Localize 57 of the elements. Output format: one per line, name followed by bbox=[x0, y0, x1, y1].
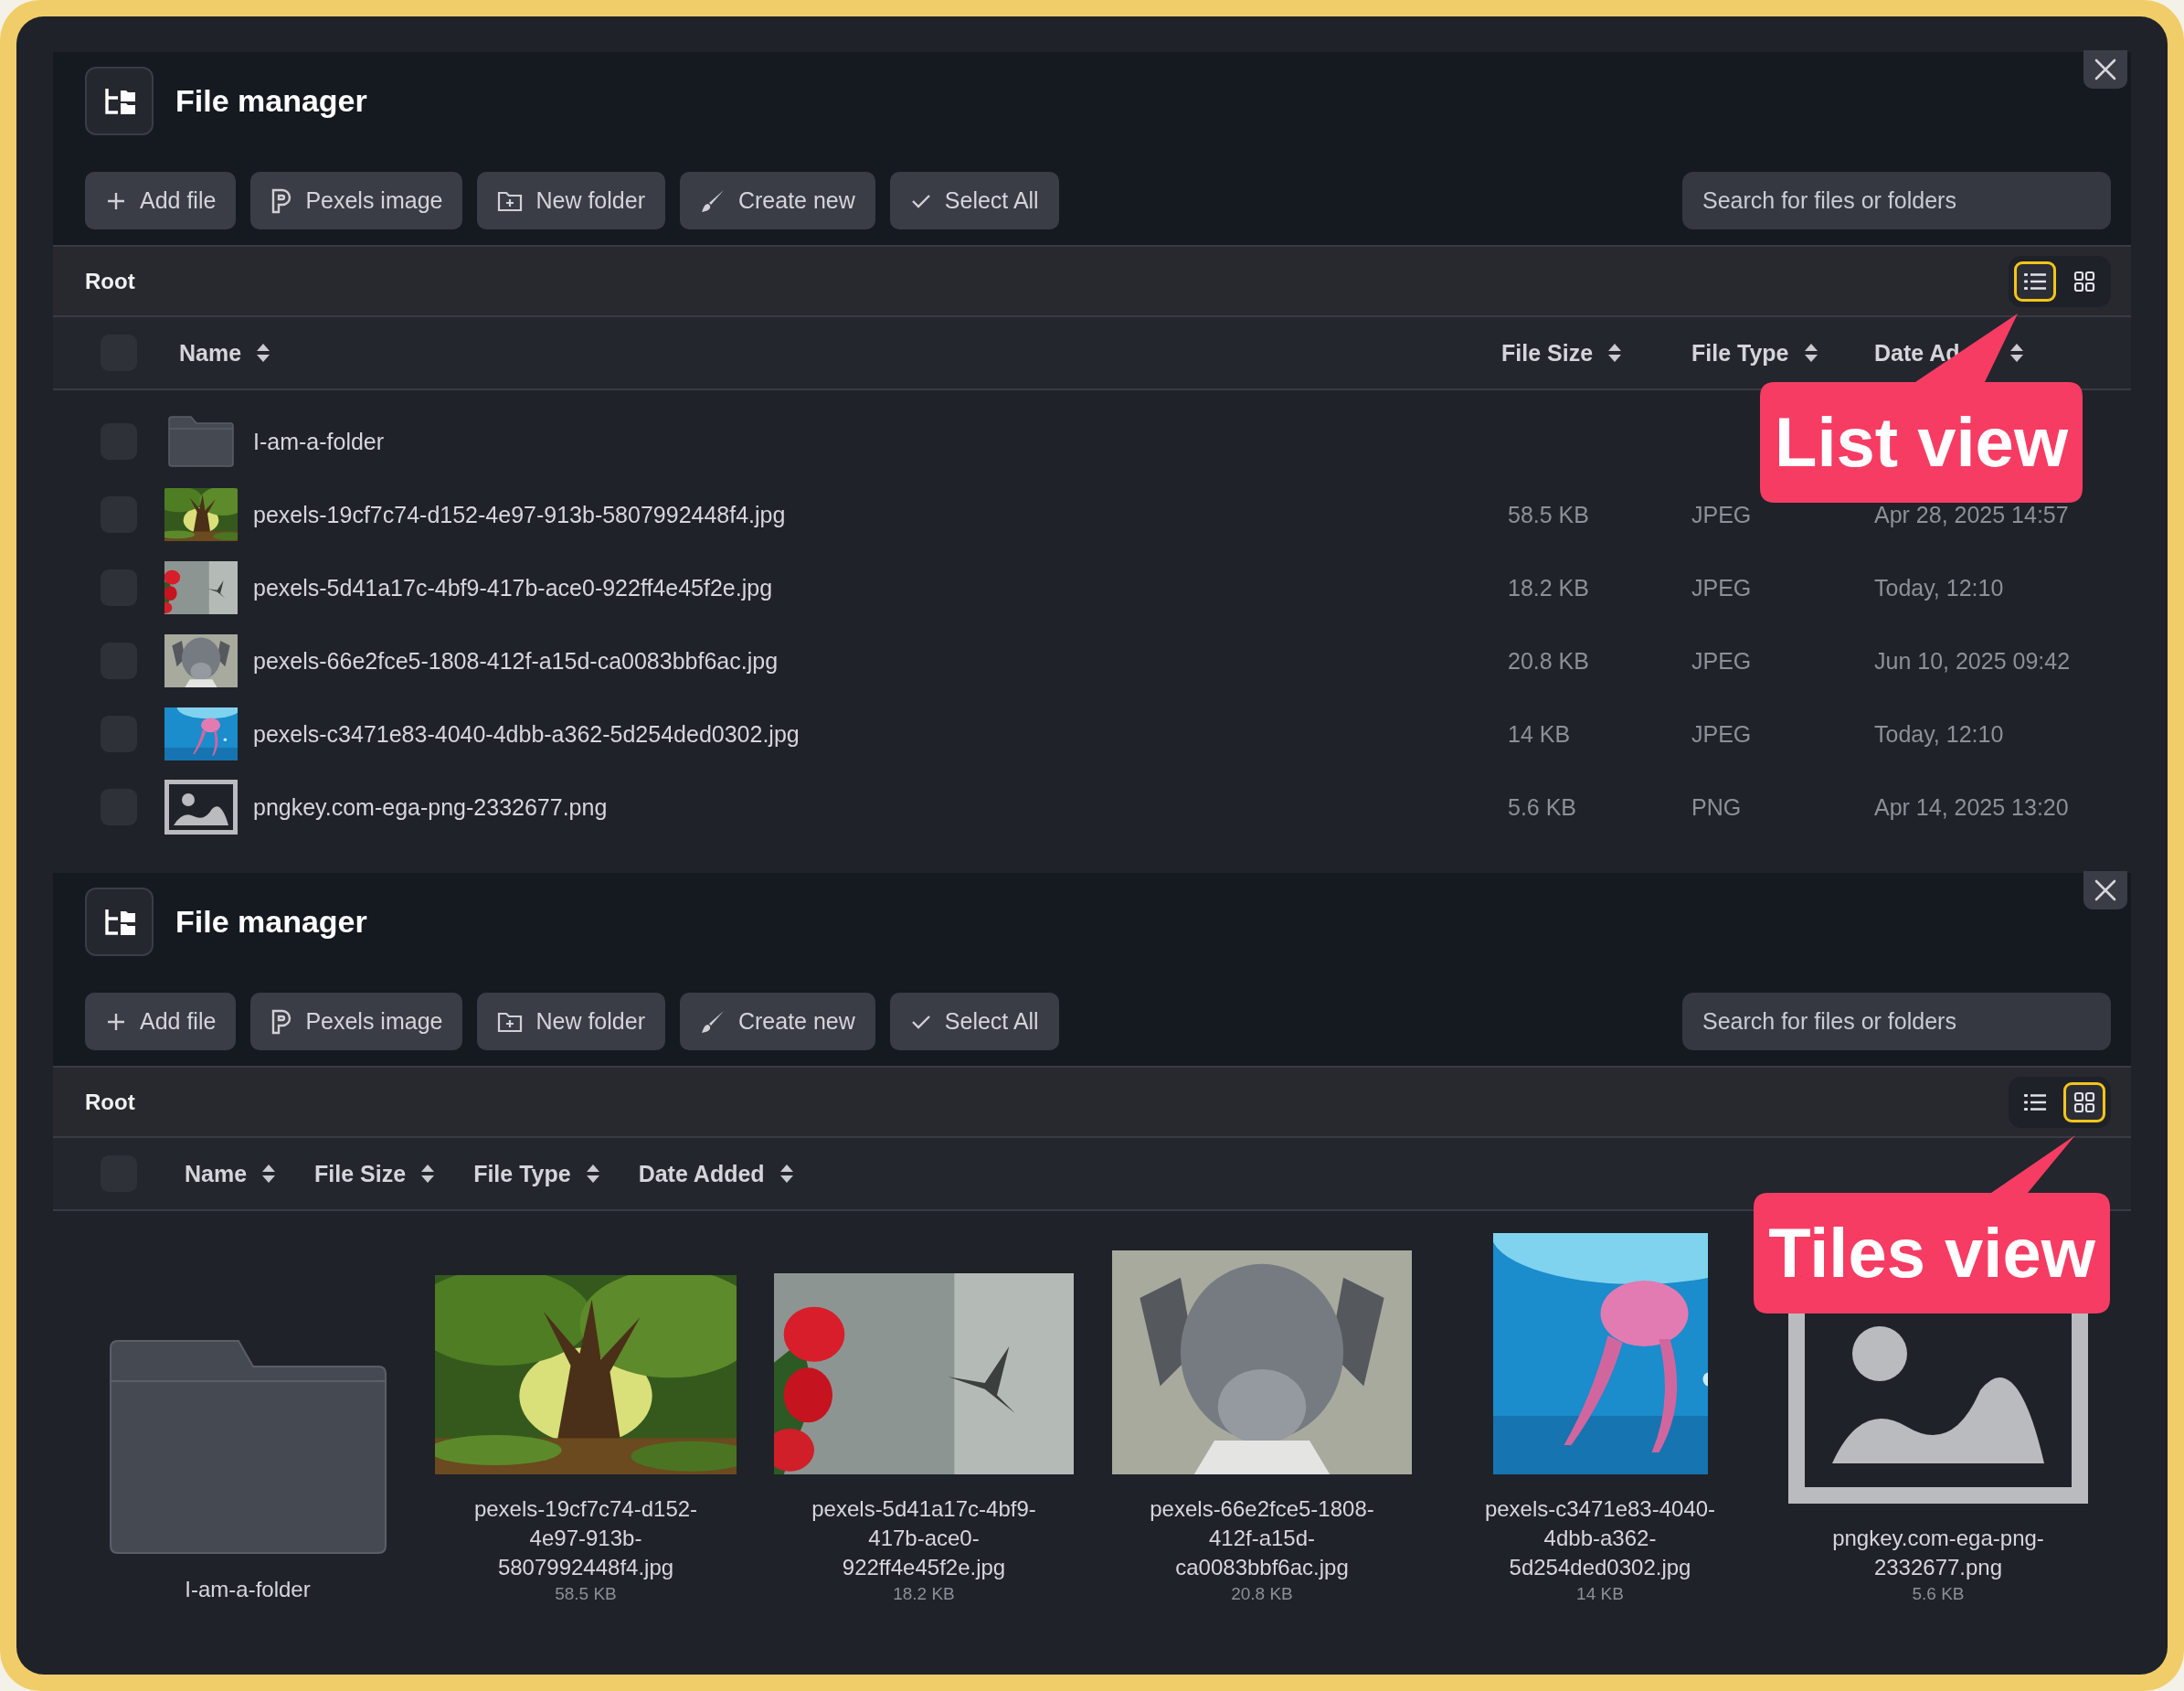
column-header[interactable]: Name bbox=[164, 339, 1501, 367]
column-header[interactable]: File Type bbox=[473, 1160, 600, 1187]
create-new-button[interactable]: Create new bbox=[679, 172, 875, 229]
pexels-image-button[interactable]: Pexels image bbox=[250, 993, 463, 1050]
file-type: JPEG bbox=[1691, 574, 1752, 601]
column-header[interactable]: File Type bbox=[1691, 339, 1874, 367]
file-type: JPEG bbox=[1691, 501, 1752, 527]
file-name[interactable]: pexels-c3471e83-4040-4dbb-a362-5d254ded0302.jpg bbox=[253, 720, 800, 748]
select-all-button[interactable]: Select All bbox=[889, 993, 1059, 1050]
date-added: Today, 12:10 bbox=[1874, 574, 2004, 601]
file-name[interactable]: pexels-66e2fce5-1808-412f-a15d-ca0083bbf6ac.jpg bbox=[1129, 1494, 1394, 1582]
new-folder-button[interactable]: New folder bbox=[477, 172, 665, 229]
file-name[interactable]: I-am-a-folder bbox=[253, 428, 385, 455]
window-title: File manager bbox=[175, 904, 367, 940]
search-field[interactable]: Search for files or folders bbox=[1682, 172, 2111, 229]
file-name[interactable]: pngkey.com-ega-png-2332677.png bbox=[1806, 1524, 2071, 1582]
pexels-image-button[interactable]: Pexels image bbox=[250, 172, 463, 229]
column-header[interactable]: File Size bbox=[1501, 339, 1691, 367]
date-added: Jun 10, 2025 09:42 bbox=[1874, 647, 2071, 674]
file-name[interactable]: pngkey.com-ega-png-2332677.png bbox=[253, 793, 608, 821]
file-size: 58.5 KB bbox=[555, 1584, 617, 1604]
column-header[interactable]: Date Added bbox=[638, 1160, 794, 1187]
file-type: JPEG bbox=[1691, 720, 1752, 747]
file-size: 14 KB bbox=[1508, 720, 1571, 747]
callout-text: List view bbox=[1774, 404, 2069, 481]
file-name[interactable]: pexels-5d41a17c-4bf9-417b-ace0-922ff4e45f2e.jpg bbox=[253, 574, 773, 601]
window-title: File manager bbox=[175, 83, 367, 119]
file-size: 14 KB bbox=[1576, 1584, 1624, 1604]
add-file-button[interactable]: Add file bbox=[85, 993, 237, 1050]
file-name[interactable]: pexels-19cf7c74-d152-4e97-913b-5807992448f4.jpg bbox=[453, 1494, 718, 1582]
date-added: Apr 28, 2025 14:57 bbox=[1874, 501, 2069, 527]
callout-text: Tiles view bbox=[1767, 1215, 2096, 1292]
breadcrumb[interactable]: Root bbox=[85, 268, 135, 294]
file-size: 20.8 KB bbox=[1508, 647, 1589, 674]
date-added: Today, 12:10 bbox=[1874, 720, 2004, 747]
file-name[interactable]: pexels-66e2fce5-1808-412f-a15d-ca0083bbf6ac.jpg bbox=[253, 647, 779, 675]
file-type: PNG bbox=[1691, 793, 1742, 820]
file-name[interactable]: pexels-5d41a17c-4bf9-417b-ace0-922ff4e45f2e.jpg bbox=[791, 1494, 1056, 1582]
new-folder-button[interactable]: New folder bbox=[477, 993, 665, 1050]
file-size: 20.8 KB bbox=[1231, 1584, 1293, 1604]
file-name[interactable]: pexels-c3471e83-4040-4dbb-a362-5d254ded0302.jpg bbox=[1468, 1494, 1733, 1582]
file-size: 58.5 KB bbox=[1508, 501, 1589, 527]
breadcrumb[interactable]: Root bbox=[85, 1089, 135, 1115]
date-added: Apr 14, 2025 13:20 bbox=[1874, 793, 2069, 820]
file-size: 18.2 KB bbox=[893, 1584, 955, 1604]
column-header[interactable]: Name bbox=[185, 1160, 277, 1187]
file-size: 5.6 KB bbox=[1508, 793, 1577, 820]
select-all-button[interactable]: Select All bbox=[889, 172, 1059, 229]
add-file-button[interactable]: Add file bbox=[85, 172, 237, 229]
file-size: 5.6 KB bbox=[1912, 1584, 1965, 1604]
file-name[interactable]: I-am-a-folder bbox=[115, 1575, 380, 1604]
file-type: JPEG bbox=[1691, 647, 1752, 674]
create-new-button[interactable]: Create new bbox=[679, 993, 875, 1050]
file-name[interactable]: pexels-19cf7c74-d152-4e97-913b-5807992448f4.jpg bbox=[253, 501, 786, 528]
column-header[interactable]: File Size bbox=[314, 1160, 436, 1187]
search-field[interactable]: Search for files or folders bbox=[1682, 993, 2111, 1050]
file-size: 18.2 KB bbox=[1508, 574, 1589, 601]
